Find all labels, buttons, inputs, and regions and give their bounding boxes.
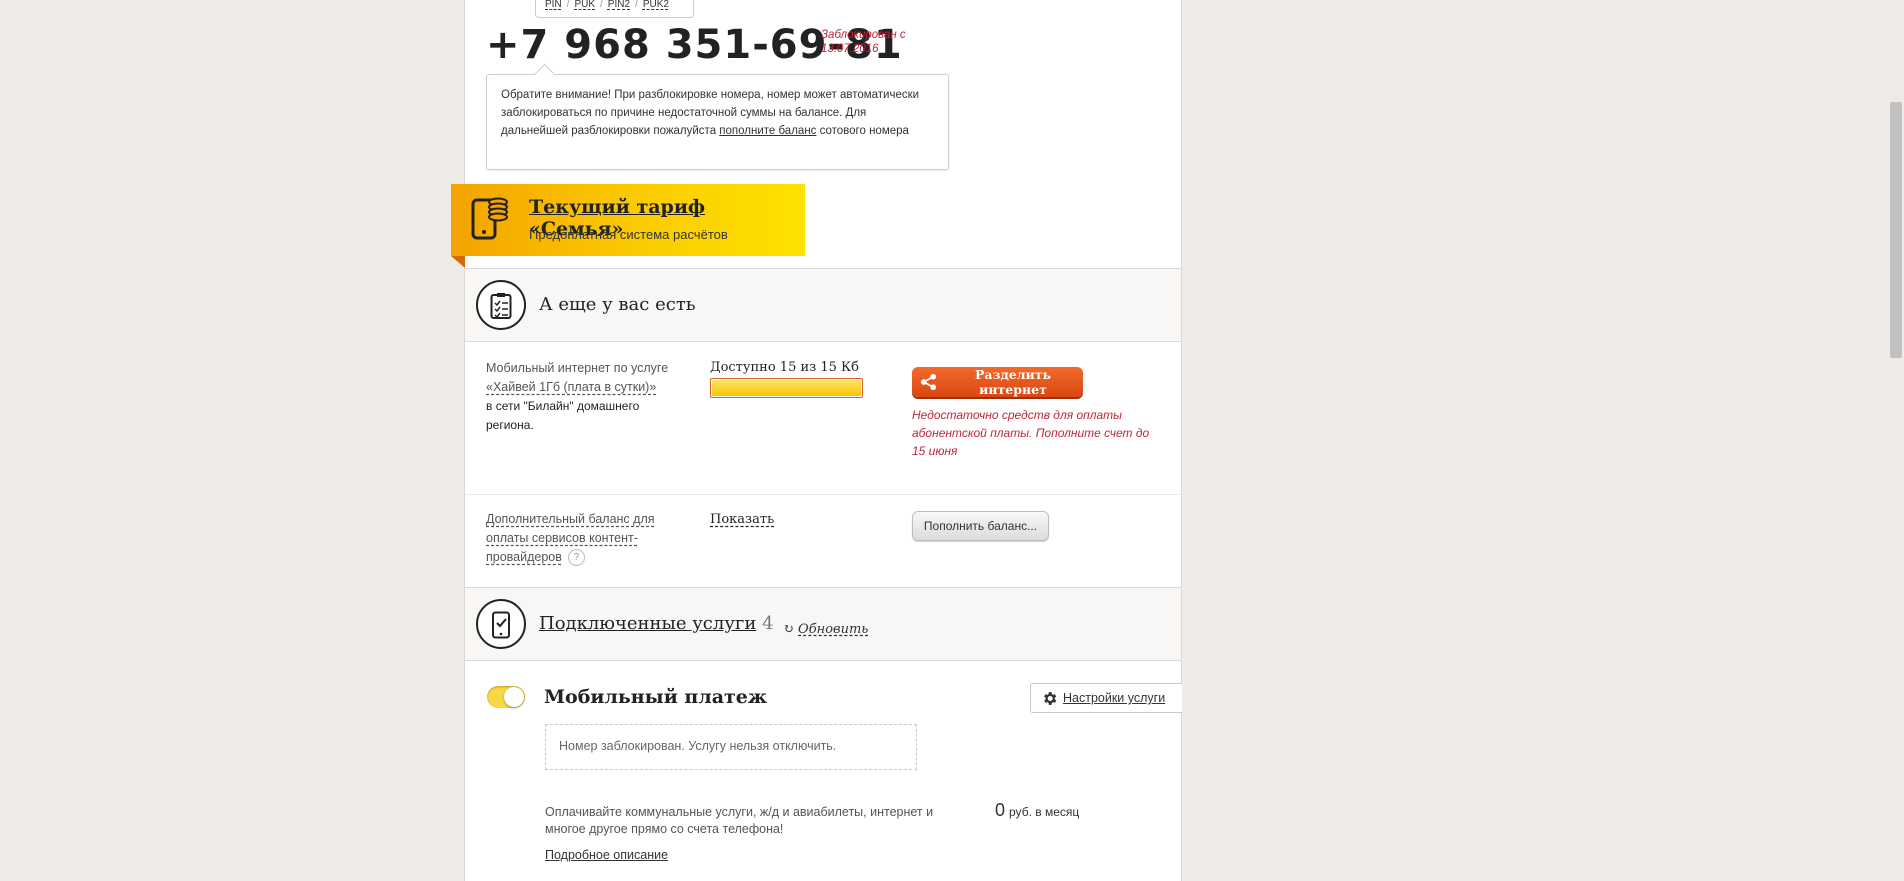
service-details-link[interactable]: Подробное описание bbox=[545, 848, 668, 862]
extras-header: А еще у вас есть bbox=[465, 268, 1181, 342]
service-settings-label: Настройки услуги bbox=[1063, 691, 1166, 705]
tariff-banner-fold bbox=[451, 256, 465, 268]
services-count: 4 bbox=[762, 613, 774, 634]
service-settings-button[interactable]: Настройки услуги bbox=[1030, 683, 1182, 713]
page-scrollbar[interactable] bbox=[1886, 0, 1904, 881]
gear-icon bbox=[1044, 691, 1057, 705]
services-title-link[interactable]: Подключенные услуги bbox=[539, 613, 756, 634]
pin-link[interactable]: PIN bbox=[545, 0, 562, 10]
phone-check-icon bbox=[476, 599, 526, 649]
puk-link[interactable]: PUK bbox=[574, 0, 595, 10]
row-divider bbox=[465, 494, 1181, 495]
puk2-link[interactable]: PUK2 bbox=[643, 0, 669, 10]
topup-balance-button[interactable]: Пополнить баланс... bbox=[912, 511, 1049, 541]
internet-line1: Мобильный интернет по услуге bbox=[486, 361, 669, 375]
extra-balance-row: Дополнительный баланс для оплаты сервисо… bbox=[486, 510, 666, 567]
refresh-link[interactable]: Обновить bbox=[798, 622, 868, 637]
insufficient-funds-error: Недостаточно средств для оплаты абонентс… bbox=[912, 408, 1150, 458]
service-description: Оплачивайте коммунальные услуги, ж/д и а… bbox=[545, 805, 934, 836]
internet-progress-bar bbox=[710, 378, 863, 398]
extras-title: А еще у вас есть bbox=[539, 294, 696, 315]
internet-line2: в сети "Билайн" домашнего региона. bbox=[486, 399, 640, 432]
internet-description: Мобильный интернет по услуге «Хайвей 1Гб… bbox=[486, 359, 686, 435]
scrollbar-thumb[interactable] bbox=[1890, 102, 1902, 358]
service-toggle[interactable] bbox=[487, 686, 525, 708]
pin2-link[interactable]: PIN2 bbox=[608, 0, 630, 10]
unblock-notice: Обратите внимание! При разблокировке ном… bbox=[486, 63, 949, 170]
refresh-icon: ↻ bbox=[783, 622, 794, 637]
services-title-wrap: Подключенные услуги 4 bbox=[539, 613, 774, 634]
notice-text-end: сотового номера bbox=[816, 125, 909, 137]
share-internet-label: Разделить интернет bbox=[974, 367, 1052, 397]
topup-balance-link[interactable]: пополните баланс bbox=[719, 125, 816, 137]
help-icon[interactable]: ? bbox=[567, 549, 585, 567]
tariff-banner: Текущий тариф «Семья» Предоплатная систе… bbox=[451, 184, 805, 256]
current-tariff-link[interactable]: Текущий тариф bbox=[529, 196, 705, 218]
services-header: Подключенные услуги 4 ↻ Обновить bbox=[465, 587, 1181, 661]
toggle-knob bbox=[504, 687, 524, 707]
blocked-status: Заблокирован с 13.07.2016 bbox=[821, 29, 906, 55]
show-balance-link[interactable]: Показать bbox=[710, 512, 774, 527]
internet-available: Доступно 15 из 15 Кб bbox=[710, 360, 859, 375]
checklist-icon bbox=[476, 280, 526, 330]
pin-puk-box: PIN / PUK / PIN2/PUK2 bbox=[535, 0, 694, 18]
internet-progress-fill bbox=[712, 380, 861, 396]
price-unit: руб. в месяц bbox=[1009, 805, 1080, 819]
share-icon bbox=[920, 373, 937, 391]
highway-service-link[interactable]: «Хайвей 1Гб (плата в сутки)» bbox=[486, 380, 656, 394]
service-name: Мобильный платеж bbox=[544, 686, 768, 708]
tariff-subtitle: Предоплатная система расчётов bbox=[529, 227, 728, 242]
service-price: 0 руб. в месяц bbox=[995, 800, 1079, 821]
price-value: 0 bbox=[995, 800, 1006, 820]
service-blocked-message: Номер заблокирован. Услугу нельзя отключ… bbox=[545, 724, 917, 770]
main-content: PIN / PUK / PIN2/PUK2 +7 968 351-69-81 Забло… bbox=[451, 0, 1182, 881]
refresh-wrap: ↻ Обновить bbox=[783, 622, 868, 637]
share-internet-button[interactable]: Разделить интернет bbox=[912, 367, 1083, 397]
phone-coins-icon bbox=[471, 194, 508, 240]
